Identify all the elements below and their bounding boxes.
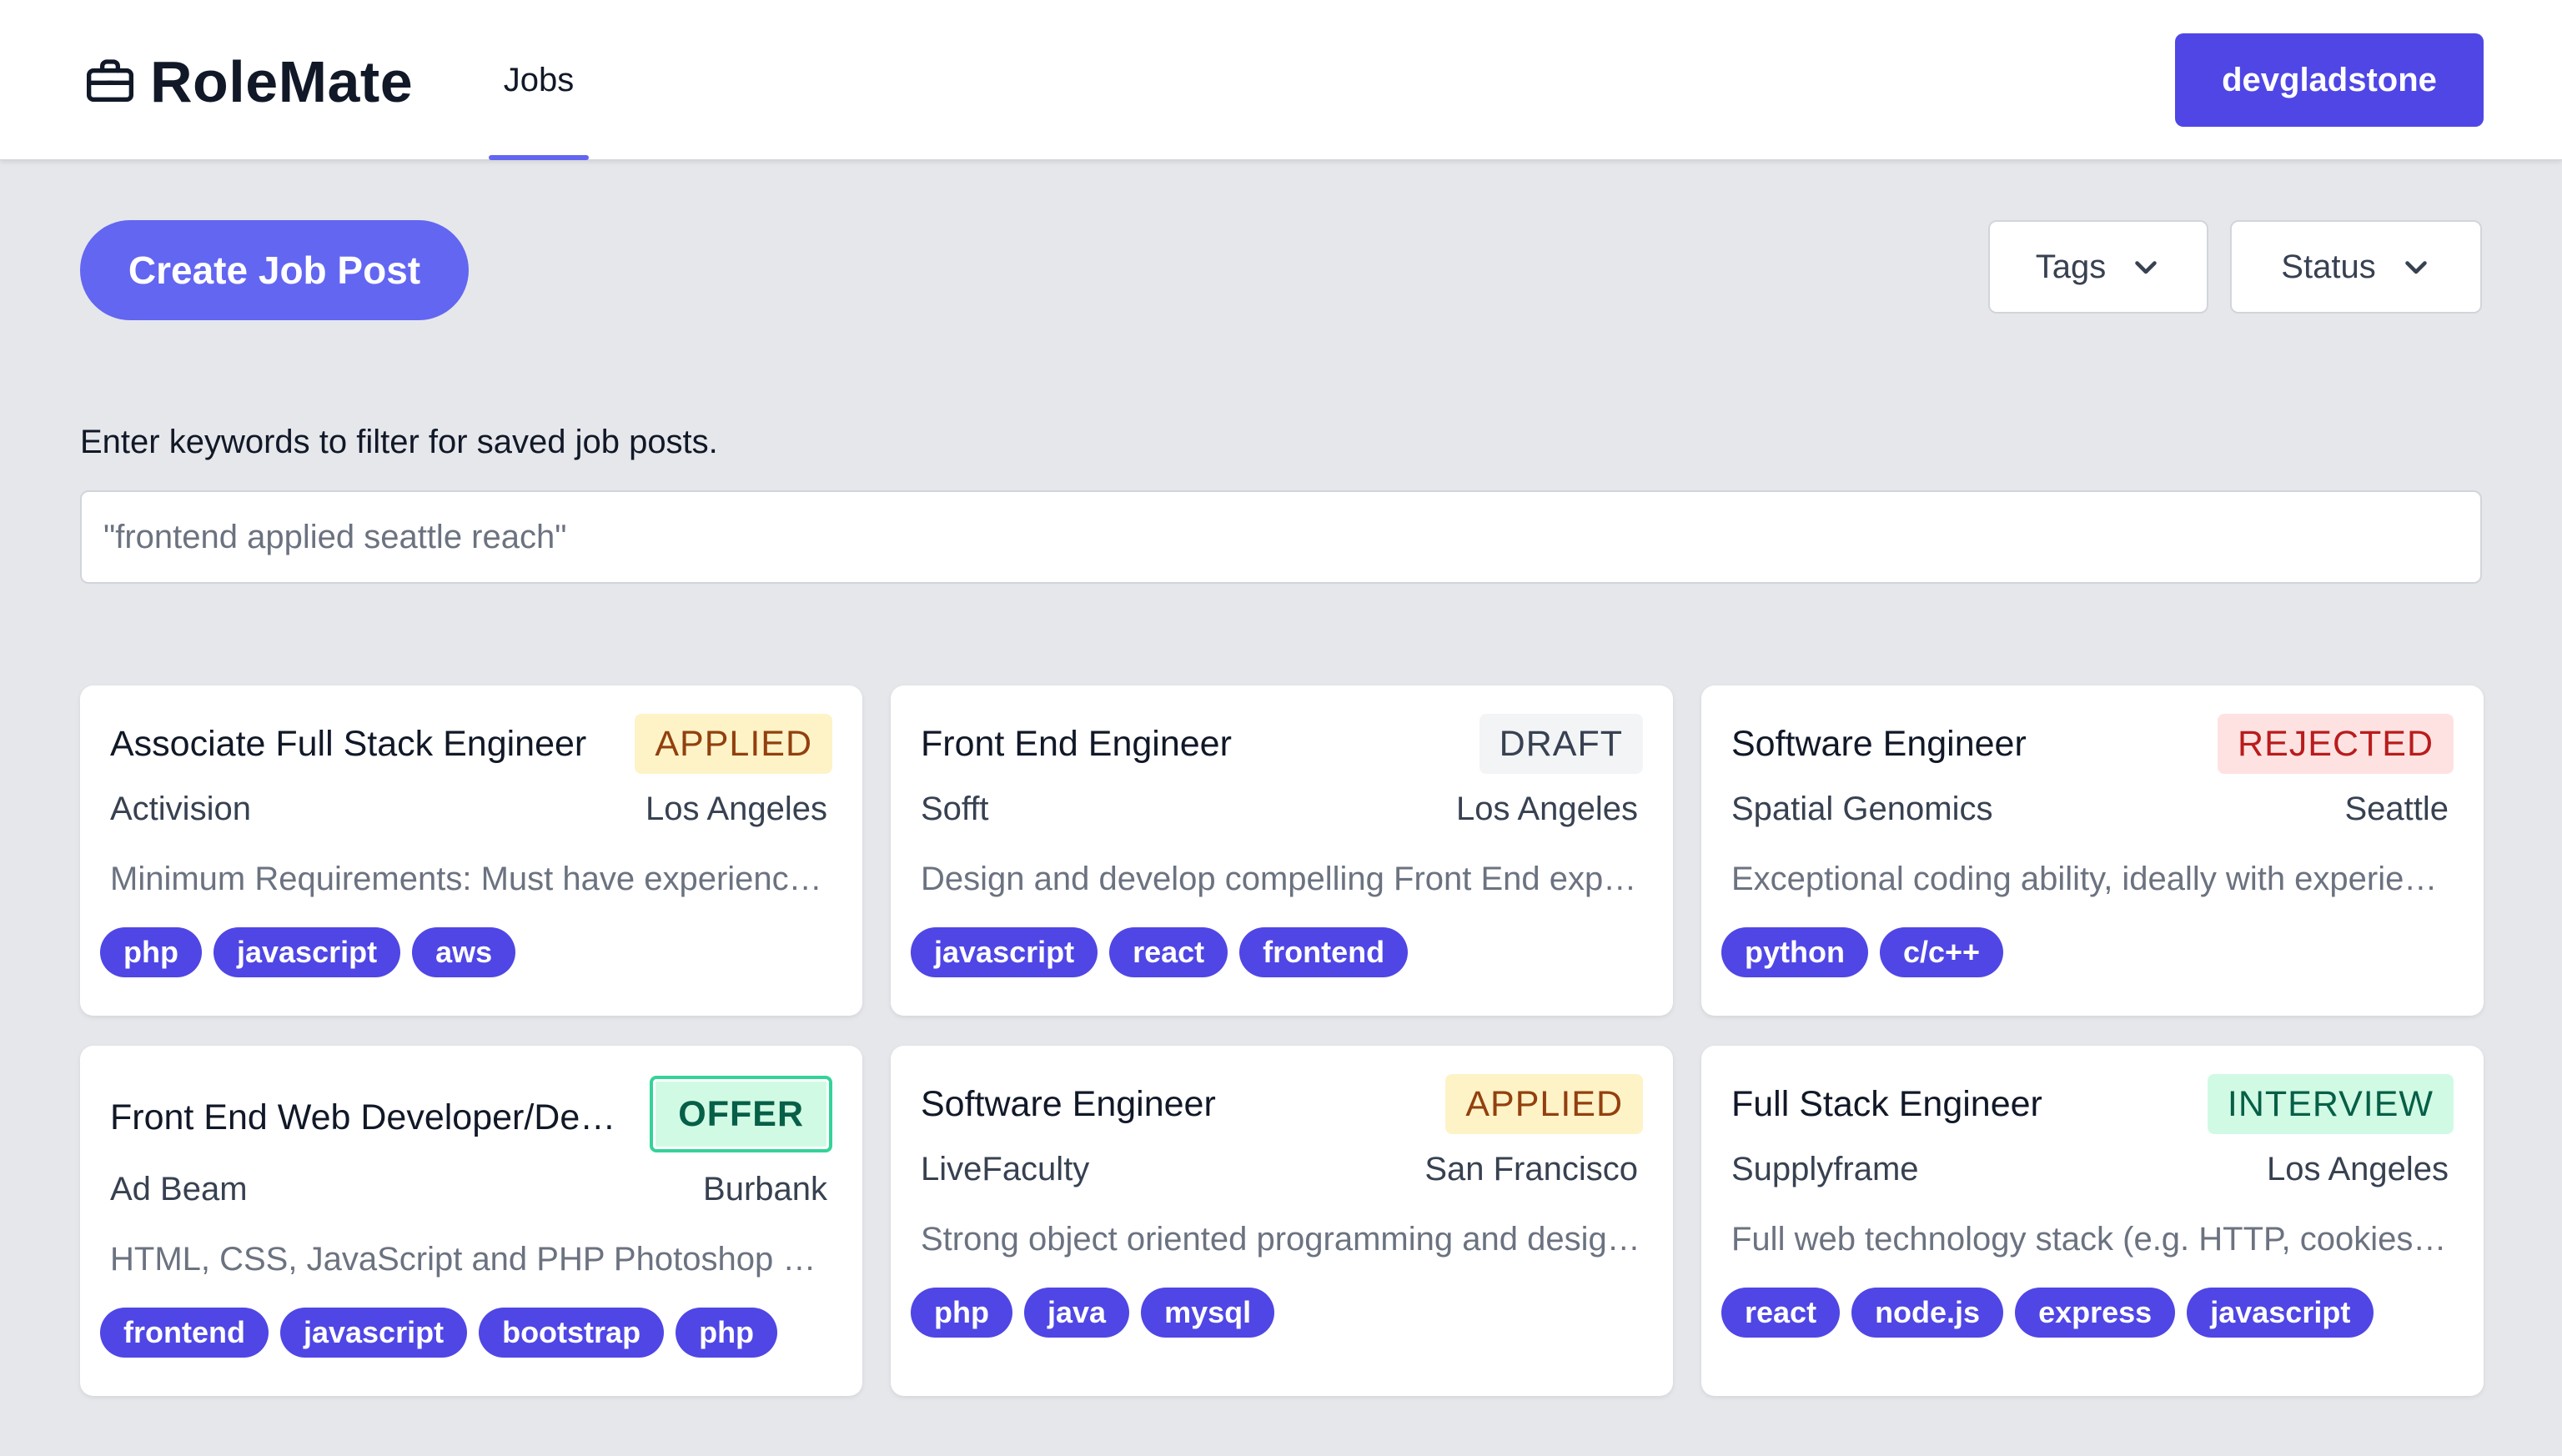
- company-name: Activision: [110, 791, 251, 827]
- tag-chip[interactable]: php: [676, 1308, 778, 1358]
- tag-list: php javascript aws: [100, 927, 516, 977]
- job-description: Minimum Requirements: Must have experien…: [110, 861, 832, 897]
- job-location: Burbank: [703, 1171, 827, 1207]
- job-title[interactable]: Front End Engineer: [921, 724, 1438, 765]
- user-menu-button[interactable]: devgladstone: [2175, 33, 2484, 127]
- tag-list: react node.js express javascript: [1721, 1288, 2374, 1338]
- tag-chip[interactable]: c/c++: [1879, 927, 2004, 977]
- nav-tab-jobs[interactable]: Jobs: [489, 0, 589, 160]
- tag-chip[interactable]: react: [1721, 1288, 1841, 1338]
- chevron-down-icon: [2404, 261, 2427, 274]
- tag-chip[interactable]: javascript: [911, 927, 1098, 977]
- job-title[interactable]: Associate Full Stack Engineer: [110, 724, 627, 765]
- job-title[interactable]: Full Stack Engineer: [1731, 1084, 2248, 1125]
- status-filter-dropdown[interactable]: Status: [2230, 220, 2482, 314]
- job-card[interactable]: Associate Full Stack Engineer APPLIED Acti…: [80, 685, 862, 1016]
- job-title[interactable]: Front End Web Developer/Designer: [110, 1097, 627, 1138]
- company-name: Ad Beam: [110, 1171, 248, 1207]
- job-location: Seattle: [2344, 791, 2449, 827]
- company-name: Supplyframe: [1731, 1151, 1919, 1187]
- job-location: San Francisco: [1424, 1151, 1638, 1187]
- tag-chip[interactable]: aws: [412, 927, 516, 977]
- tag-chip[interactable]: php: [911, 1288, 1012, 1338]
- job-location: Los Angeles: [2267, 1151, 2449, 1187]
- tag-chip[interactable]: javascript: [2187, 1288, 2374, 1338]
- tag-chip[interactable]: java: [1023, 1288, 1130, 1338]
- status-badge: OFFER: [650, 1076, 832, 1152]
- job-card[interactable]: Full Stack Engineer INTERVIEW Supplyframe L…: [1701, 1046, 2484, 1396]
- chevron-down-icon: [2135, 261, 2157, 274]
- status-badge: REJECTED: [2218, 714, 2454, 774]
- tag-list: php java mysql: [911, 1288, 1275, 1338]
- app-name: RoleMate: [150, 49, 414, 114]
- tag-chip[interactable]: express: [2015, 1288, 2176, 1338]
- active-tab-indicator: [489, 155, 589, 160]
- company-name: Sofft: [921, 791, 989, 827]
- job-card[interactable]: Front End Engineer DRAFT Sofft Los Angeles D…: [891, 685, 1673, 1016]
- job-card[interactable]: Front End Web Developer/Designer OFFER Ad …: [80, 1046, 862, 1396]
- job-description: Exceptional coding ability, ideally with…: [1731, 861, 2454, 897]
- create-job-post-button[interactable]: Create Job Post: [80, 220, 469, 320]
- top-nav-bar: RoleMate Jobs devgladstone: [0, 0, 2562, 160]
- briefcase-icon: [87, 59, 133, 102]
- company-name: Spatial Genomics: [1731, 791, 1993, 827]
- tag-chip[interactable]: javascript: [279, 1308, 468, 1358]
- brand-logo[interactable]: RoleMate: [83, 47, 413, 117]
- job-description: Strong object oriented programming and d…: [921, 1221, 1643, 1258]
- tag-list: frontend javascript bootstrap php: [100, 1308, 778, 1358]
- status-badge: DRAFT: [1479, 714, 1643, 774]
- tag-chip[interactable]: frontend: [100, 1308, 269, 1358]
- job-card[interactable]: Software Engineer REJECTED Spatial Genomic…: [1701, 685, 2484, 1016]
- status-filter-label: Status: [2281, 248, 2376, 285]
- status-badge: APPLIED: [635, 714, 832, 774]
- job-title[interactable]: Software Engineer: [1731, 724, 2248, 765]
- nav-tab-jobs-label: Jobs: [503, 61, 575, 98]
- tag-chip[interactable]: javascript: [213, 927, 401, 977]
- tag-chip[interactable]: python: [1721, 927, 1868, 977]
- tag-chip[interactable]: node.js: [1851, 1288, 2004, 1338]
- tag-chip[interactable]: frontend: [1239, 927, 1409, 977]
- tag-chip[interactable]: react: [1109, 927, 1228, 977]
- job-location: Los Angeles: [1456, 791, 1638, 827]
- tags-filter-dropdown[interactable]: Tags: [1988, 220, 2208, 314]
- job-location: Los Angeles: [646, 791, 827, 827]
- tag-chip[interactable]: php: [100, 927, 202, 977]
- search-input[interactable]: [80, 490, 2482, 584]
- search-label: Enter keywords to filter for saved job p…: [80, 424, 718, 460]
- tag-chip[interactable]: mysql: [1141, 1288, 1275, 1338]
- job-title[interactable]: Software Engineer: [921, 1084, 1438, 1125]
- tags-filter-label: Tags: [2035, 248, 2107, 285]
- job-card[interactable]: Software Engineer APPLIED LiveFaculty San F…: [891, 1046, 1673, 1396]
- job-description: Design and develop compelling Front End …: [921, 861, 1643, 897]
- company-name: LiveFaculty: [921, 1151, 1090, 1187]
- tag-list: javascript react frontend: [911, 927, 1409, 977]
- status-badge: INTERVIEW: [2207, 1074, 2454, 1134]
- tag-list: python c/c++: [1721, 927, 2004, 977]
- tag-chip[interactable]: bootstrap: [479, 1308, 665, 1358]
- status-badge: APPLIED: [1445, 1074, 1643, 1134]
- job-description: HTML, CSS, JavaScript and PHP Photoshop …: [110, 1241, 832, 1278]
- job-description: Full web technology stack (e.g. HTTP, co…: [1731, 1221, 2454, 1258]
